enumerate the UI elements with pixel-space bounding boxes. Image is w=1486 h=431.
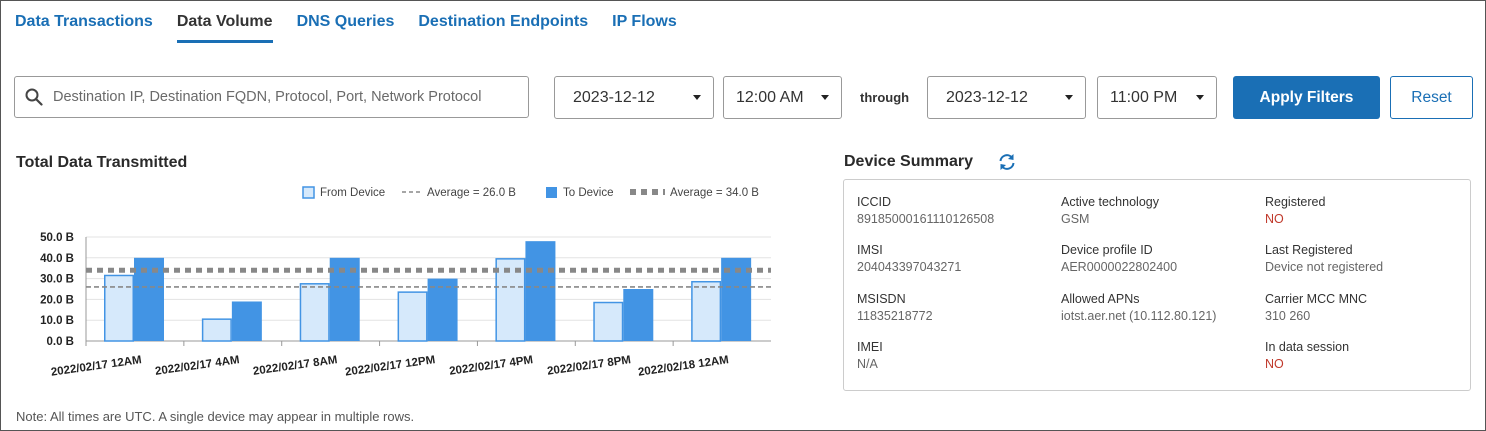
- field-value: iotst.aer.net (10.112.80.121): [1061, 309, 1217, 323]
- x-tick-label: 2022/02/17 4PM: [449, 354, 534, 378]
- bar-from-device: [397, 291, 428, 342]
- y-tick-label: 50.0 B: [40, 232, 74, 244]
- x-tick-label: 2022/02/18 12AM: [637, 354, 729, 379]
- field-allowed-apns: Allowed APNs iotst.aer.net (10.112.80.12…: [1061, 292, 1216, 323]
- field-active-technology: Active technology GSM: [1061, 195, 1159, 226]
- search-box: [14, 76, 529, 118]
- field-imsi: IMSI 204043397043271: [857, 243, 961, 274]
- field-label: Carrier MCC MNC: [1265, 292, 1368, 306]
- bar-to-device: [525, 241, 556, 341]
- field-value: 11835218772: [857, 309, 933, 323]
- chevron-down-icon: [821, 95, 829, 100]
- field-value: GSM: [1061, 212, 1090, 226]
- end-date-value: 2023-12-12: [946, 88, 1028, 106]
- field-value: 204043397043271: [857, 260, 962, 274]
- y-tick-label: 40.0 B: [40, 253, 74, 265]
- y-tick-label: 30.0 B: [40, 274, 74, 286]
- apply-filters-button[interactable]: Apply Filters: [1233, 76, 1380, 119]
- start-date-value: 2023-12-12: [573, 88, 655, 106]
- legend-swatch-from: [302, 186, 315, 199]
- field-imei: IMEI N/A: [857, 340, 883, 371]
- chart-title: Total Data Transmitted: [16, 154, 188, 171]
- field-msisdn: MSISDN 11835218772: [857, 292, 933, 323]
- field-value: 89185000161110126508: [857, 212, 995, 226]
- y-tick-label: 0.0 B: [47, 336, 75, 348]
- through-label: through: [860, 90, 910, 105]
- field-in-data-session: In data session NO: [1265, 340, 1349, 371]
- refresh-icon[interactable]: [997, 153, 1017, 171]
- field-label: MSISDN: [857, 292, 906, 306]
- tab-data-volume[interactable]: Data Volume: [176, 13, 273, 43]
- chevron-down-icon: [693, 95, 701, 100]
- bar-from-device: [201, 318, 232, 342]
- field-label: Allowed APNs: [1061, 292, 1140, 306]
- legend-average-from: Average = 26.0 B: [427, 187, 516, 199]
- search-input[interactable]: [51, 88, 515, 106]
- field-label: Registered: [1265, 195, 1326, 209]
- search-icon: [25, 88, 43, 106]
- device-summary-card: ICCID 89185000161110126508 Active techno…: [843, 179, 1471, 391]
- start-time-value: 12:00 AM: [736, 88, 804, 106]
- field-device-profile-id: Device profile ID AER0000022802400: [1061, 243, 1177, 274]
- y-tick-label: 20.0 B: [40, 294, 74, 306]
- bar-from-device: [299, 283, 330, 342]
- x-tick-label: 2022/02/17 8PM: [546, 354, 631, 378]
- field-registered: Registered NO: [1265, 195, 1325, 226]
- tab-bar: Data Transactions Data Volume DNS Querie…: [15, 13, 701, 43]
- field-value: NO: [1265, 357, 1284, 371]
- field-label: Device profile ID: [1061, 243, 1153, 257]
- x-tick-label: 2022/02/17 8AM: [252, 354, 338, 378]
- chevron-down-icon: [1065, 95, 1073, 100]
- y-tick-label: 10.0 B: [40, 315, 74, 327]
- field-label: Last Registered: [1265, 243, 1353, 257]
- tab-ip-flows[interactable]: IP Flows: [612, 13, 677, 43]
- end-time-value: 11:00 PM: [1110, 88, 1178, 106]
- field-label: In data session: [1265, 340, 1350, 354]
- x-tick-label: 2022/02/17 12AM: [50, 354, 142, 379]
- device-summary-label: Device Summary: [844, 153, 973, 170]
- x-tick-label: 2022/02/17 4AM: [154, 354, 240, 378]
- x-tick-label: 2022/02/17 12PM: [344, 354, 436, 379]
- bar-from-device: [104, 274, 134, 342]
- panel-frame: Data Transactions Data Volume DNS Querie…: [0, 0, 1486, 431]
- reset-button[interactable]: Reset: [1390, 76, 1473, 119]
- field-label: IMEI: [857, 340, 883, 354]
- tab-data-transactions[interactable]: Data Transactions: [15, 13, 153, 43]
- legend-from-device: From Device: [320, 187, 385, 199]
- field-label: IMSI: [857, 243, 883, 257]
- device-summary-title: Device Summary: [844, 153, 973, 171]
- bar-to-device: [134, 257, 164, 341]
- bar-to-device: [231, 301, 262, 341]
- start-time-select[interactable]: 12:00 AM: [723, 76, 842, 119]
- field-label: Active technology: [1061, 195, 1159, 209]
- field-last-registered: Last Registered Device not registered: [1265, 243, 1383, 274]
- field-iccid: ICCID 89185000161110126508: [857, 195, 994, 226]
- chevron-down-icon: [1196, 95, 1204, 100]
- legend-swatch-to: [546, 187, 557, 198]
- field-carrier-mcc-mnc: Carrier MCC MNC 310 260: [1265, 292, 1367, 323]
- field-value: N/A: [857, 357, 878, 371]
- field-label: ICCID: [857, 195, 892, 209]
- data-volume-chart: 0.0 B 10.0 B 20.0 B 30.0 B 40.0 B 50.0 B 2022/…: [40, 186, 771, 379]
- field-value: NO: [1265, 212, 1284, 226]
- field-value: Device not registered: [1265, 260, 1384, 274]
- bar-to-device: [427, 278, 458, 341]
- field-value: 310 260: [1265, 309, 1311, 323]
- bar-to-device: [623, 289, 654, 341]
- bar-from-device: [691, 280, 722, 342]
- end-time-select[interactable]: 11:00 PM: [1097, 76, 1217, 119]
- end-date-select[interactable]: 2023-12-12: [927, 76, 1086, 119]
- field-value: AER0000022802400: [1061, 260, 1178, 274]
- legend-average-to: Average = 34.0 B: [670, 187, 759, 199]
- bar-from-device: [593, 301, 624, 342]
- start-date-select[interactable]: 2023-12-12: [554, 76, 714, 119]
- tab-destination-endpoints[interactable]: Destination Endpoints: [418, 13, 588, 43]
- utc-note: Note: All times are UTC. A single device…: [16, 409, 415, 424]
- tab-dns-queries[interactable]: DNS Queries: [297, 13, 395, 43]
- legend-to-device: To Device: [563, 187, 614, 199]
